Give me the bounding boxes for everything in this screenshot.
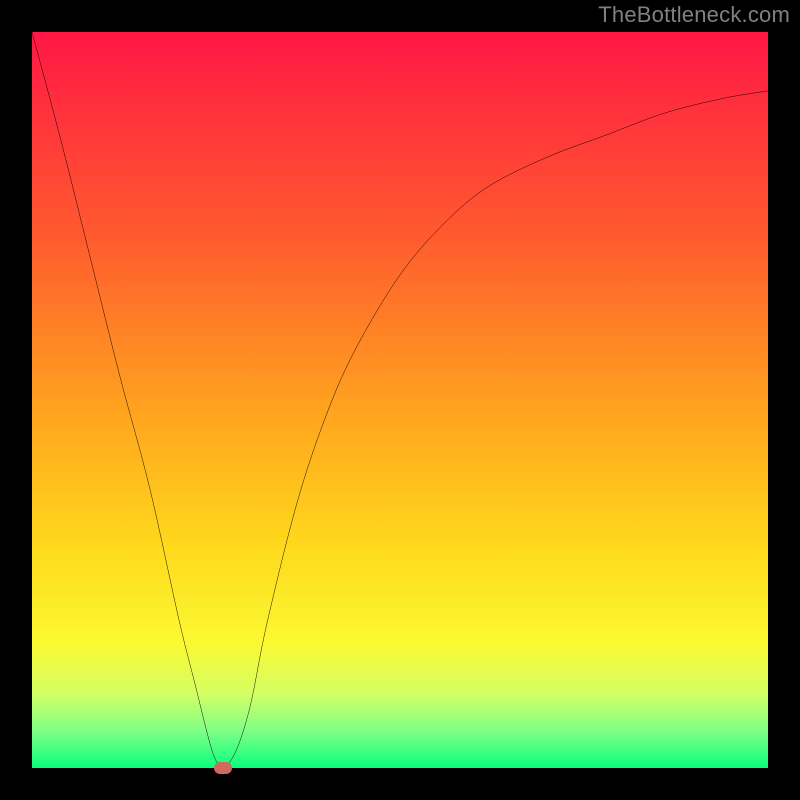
watermark-text: TheBottleneck.com <box>598 2 790 28</box>
plot-area <box>32 32 768 768</box>
minimum-marker <box>214 762 232 774</box>
bottleneck-curve <box>32 32 768 768</box>
curve-layer <box>32 32 768 768</box>
chart-frame: TheBottleneck.com <box>0 0 800 800</box>
